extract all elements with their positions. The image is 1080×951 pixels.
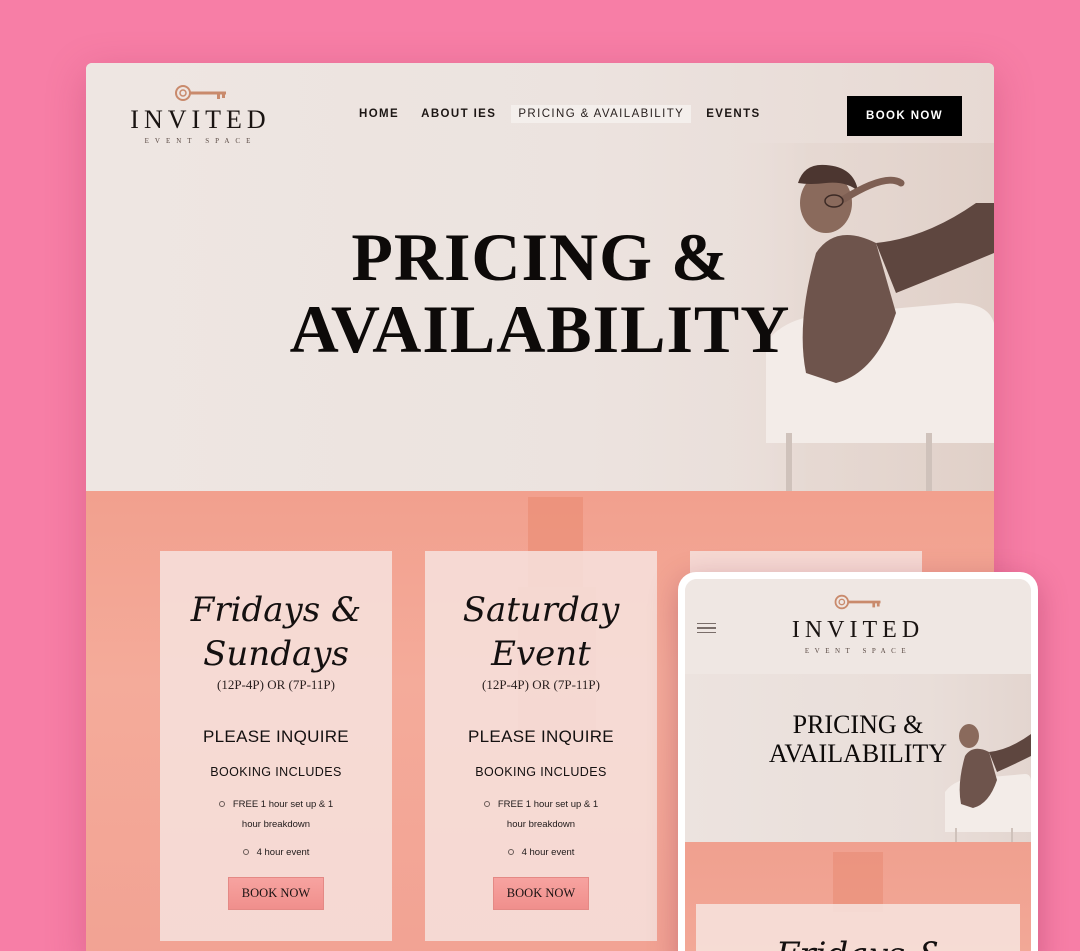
card-script-title: Saturday Event (463, 590, 620, 673)
list-item: FREE 1 hour set up & 1 hour breakdown (160, 795, 392, 835)
card-script-line2: Sundays (203, 634, 349, 673)
mobile-hero-section: PRICING & AVAILABILITY (685, 674, 1031, 842)
page-title-line2: AVAILABILITY (768, 739, 948, 768)
card-book-now-button[interactable]: BOOK NOW (228, 877, 324, 910)
bullet-icon (242, 849, 249, 856)
logo-wordmark: INVITED (791, 617, 925, 643)
pricing-card-saturday: Saturday Event (12P-4P) OR (7P-11P) PLEA… (425, 551, 657, 941)
page-title-line1: PRICING & (792, 710, 924, 739)
card-book-now-button[interactable]: BOOK NOW (493, 877, 589, 910)
mobile-header: INVITED EVENT SPACE (685, 579, 1031, 674)
logo-tagline: EVENT SPACE (144, 137, 257, 145)
background-decor (833, 852, 883, 912)
bullet-icon (507, 849, 514, 856)
book-now-button[interactable]: BOOK NOW (847, 96, 962, 136)
card-hours: (12P-4P) OR (7P-11P) (217, 677, 335, 692)
list-item: 4 hour event (425, 843, 657, 863)
list-item-text: FREE 1 hour set up & 1 hour breakdown (232, 799, 334, 830)
card-price: PLEASE INQUIRE (203, 727, 349, 746)
key-icon (834, 594, 881, 610)
list-item: FREE 1 hour set up & 1 hour breakdown (425, 795, 657, 835)
card-hours: (12P-4P) OR (7P-11P) (482, 677, 600, 692)
mobile-page-title: PRICING & AVAILABILITY (685, 710, 1031, 768)
card-script-title: Fridays & Sundays (190, 590, 361, 673)
main-nav: HOME ABOUT IES PRICING & AVAILABILITY EV… (352, 105, 768, 123)
key-icon (174, 85, 226, 101)
hero-section: INVITED EVENT SPACE HOME ABOUT IES PRICI… (86, 63, 994, 491)
list-item: 4 hour event (160, 843, 392, 863)
card-includes-heading: BOOKING INCLUDES (475, 765, 607, 779)
mobile-card-script: Fridays & (776, 935, 946, 951)
card-price: PLEASE INQUIRE (468, 727, 614, 746)
mobile-mockup: INVITED EVENT SPACE PRICING & AVAILABILI… (678, 572, 1038, 951)
page-title-line1: PRICING & (351, 219, 729, 295)
page-title: PRICING & AVAILABILITY (86, 221, 994, 365)
card-includes-list: FREE 1 hour set up & 1 hour breakdown 4 … (425, 795, 657, 863)
nav-home[interactable]: HOME (352, 105, 406, 123)
list-item-text: FREE 1 hour set up & 1 hour breakdown (497, 799, 599, 830)
card-includes-heading: BOOKING INCLUDES (210, 765, 342, 779)
nav-events[interactable]: EVENTS (699, 105, 767, 123)
card-script-line1: Fridays & (190, 590, 361, 630)
mobile-site-logo[interactable]: INVITED EVENT SPACE (773, 593, 943, 655)
card-script-line1: Saturday (463, 590, 620, 630)
bullet-icon (218, 801, 225, 808)
card-script-title: Fridays & (776, 935, 946, 951)
logo-tagline: EVENT SPACE (804, 647, 912, 655)
hamburger-menu-icon[interactable] (697, 623, 716, 635)
card-script-line2: Event (490, 634, 591, 673)
nav-pricing-availability[interactable]: PRICING & AVAILABILITY (511, 105, 692, 123)
mobile-screen: INVITED EVENT SPACE PRICING & AVAILABILI… (685, 579, 1031, 951)
site-logo[interactable]: INVITED EVENT SPACE (118, 83, 283, 153)
card-includes-list: FREE 1 hour set up & 1 hour breakdown 4 … (160, 795, 392, 863)
mobile-pricing-card: Fridays & (696, 904, 1020, 951)
page-title-line2: AVAILABILITY (289, 291, 791, 367)
nav-about[interactable]: ABOUT IES (414, 105, 503, 123)
mobile-pricing-section: Fridays & (685, 842, 1031, 951)
list-item-text: 4 hour event (521, 847, 575, 858)
list-item-text: 4 hour event (256, 847, 310, 858)
logo-wordmark: INVITED (130, 105, 271, 134)
pricing-card-fridays-sundays: Fridays & Sundays (12P-4P) OR (7P-11P) P… (160, 551, 392, 941)
bullet-icon (483, 801, 490, 808)
